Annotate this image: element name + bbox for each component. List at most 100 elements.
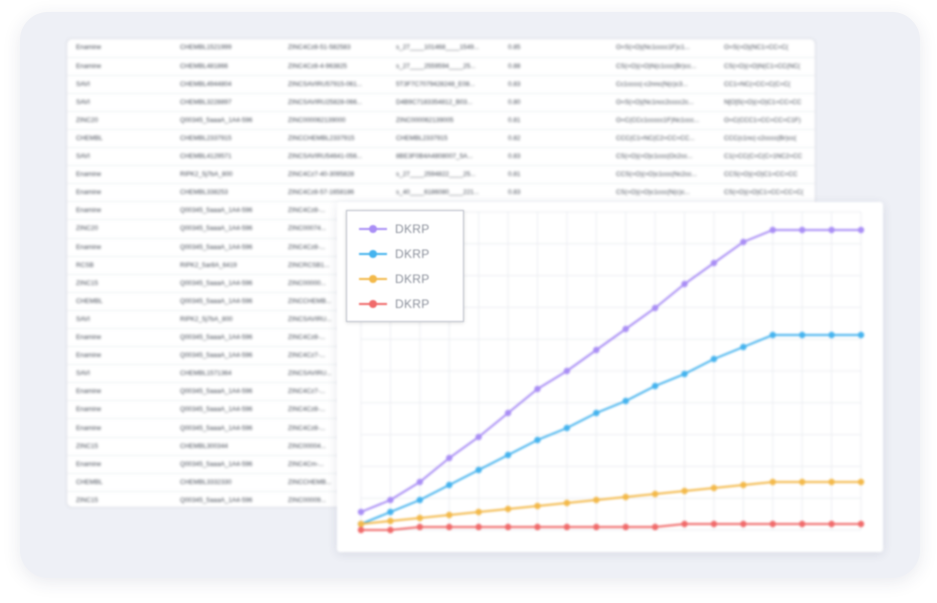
data-point	[828, 520, 835, 528]
data-point	[563, 424, 571, 432]
table-cell: s_27____2594822____25...	[391, 165, 503, 185]
table-cell: Enamine	[67, 328, 175, 348]
data-point	[798, 226, 806, 234]
data-point	[446, 511, 453, 519]
legend-swatch	[359, 300, 387, 308]
table-cell: 8BE3F0B4A4808007_5A...	[391, 147, 503, 167]
table-cell: ZINC15	[67, 491, 175, 507]
data-point	[475, 523, 482, 531]
data-point	[534, 436, 541, 444]
table-cell: CHEMBL3228897	[175, 93, 283, 112]
table-cell: ZINCSAVIRU54641-056...	[283, 147, 391, 167]
legend-swatch	[359, 275, 387, 283]
legend-item: DKRP	[359, 246, 430, 262]
table-row[interactable]: Enamine CHEMBL1521999 ZINC4Cz8-51-582583 s_…	[67, 39, 815, 58]
legend-item: DKRP	[359, 296, 430, 312]
data-point	[534, 385, 541, 393]
table-cell: Q00345_5aaaA_1A4-596	[175, 400, 283, 420]
table-cell: 0.88	[503, 57, 611, 76]
table-cell: 0.83	[503, 183, 611, 203]
data-point	[828, 226, 835, 234]
data-point	[769, 226, 776, 234]
legend-label: DKRP	[395, 247, 430, 261]
table-cell: CCC(c1nc(-c2cccc(Br)cc(	[719, 129, 815, 149]
series-line-2	[360, 334, 861, 525]
table-cell: s_40____6186080____221...	[391, 183, 503, 203]
data-point	[710, 259, 718, 267]
data-point	[357, 520, 365, 528]
data-point	[828, 331, 835, 339]
table-cell: N[O]S(=O)(=O)C1=CC=CC	[719, 93, 815, 112]
table-cell: ZINC4Cz7-40-3095828	[283, 165, 391, 185]
data-point	[534, 502, 541, 510]
table-cell: O=C(CCc1ccccc1F)Nc1ccc...	[611, 111, 719, 130]
data-point	[563, 523, 571, 531]
table-cell: CS(=O)(=O)C1=CC=CC=C(	[719, 183, 815, 203]
table-cell: SAVI	[67, 310, 175, 330]
data-point	[651, 304, 659, 312]
table-cell: ZINCSAVIRU57915-061...	[283, 75, 391, 94]
data-point	[857, 520, 865, 528]
table-cell: s_27____2559594____25...	[391, 57, 503, 76]
table-cell: CCC(C1=NC(C2=CC=CC...	[611, 129, 719, 149]
data-point	[593, 496, 600, 504]
table-row[interactable]: Enamine CHEMBL481866 ZINC4Cz8-4-963825 s_27…	[67, 57, 815, 76]
legend-item: DKRP	[359, 271, 430, 287]
table-cell: 0.81	[503, 111, 611, 130]
table-cell: ZINC15	[67, 437, 175, 456]
data-point	[563, 499, 571, 507]
table-cell: CCS(=O)(=O)C1=CC=CC	[719, 165, 815, 185]
table-cell: Q00345_5aaaA_1A4-596	[175, 292, 283, 311]
table-cell: CHEMBL4944804	[175, 75, 283, 94]
data-point	[681, 487, 688, 495]
table-cell: CS(=O)(=O)N(c1ccc(Br)cc...	[611, 57, 719, 76]
table-row[interactable]: ZINC20 Q00345_5aaaA_1A4-596 ZINC0000621390…	[67, 111, 815, 130]
data-point	[416, 496, 424, 504]
table-cell: Enamine	[67, 39, 175, 58]
data-point	[710, 484, 718, 492]
data-point	[857, 478, 865, 486]
table-cell: Q00345_5aaaA_1A4-596	[175, 455, 283, 474]
table-cell: SAVI	[67, 93, 175, 112]
data-point	[416, 523, 424, 531]
table-cell: ZINC20	[67, 111, 175, 130]
data-point	[622, 397, 629, 405]
table-cell: ZINCSAVIRU25828-066...	[283, 93, 391, 112]
data-point	[593, 346, 600, 354]
table-cell: C1(=CC(C=C(C=1NC2=CC	[719, 147, 815, 167]
table-cell: 0.82	[503, 129, 611, 149]
table-row[interactable]: SAVI CHEMBL4944804 ZINCSAVIRU57915-061... 5…	[67, 75, 815, 94]
table-cell: Q00345_5aaaA_1A4-596	[175, 346, 283, 366]
table-cell: s_27____101468____1549...	[391, 39, 503, 58]
data-point	[475, 433, 482, 441]
table-cell: O=S(=O)(Nc1ncc2cccc2c...	[611, 93, 719, 112]
chart-legend: DKRP DKRP DKRP DKRP	[346, 210, 464, 322]
table-cell: CHEMBL481866	[175, 57, 283, 76]
table-cell: Enamine	[67, 165, 175, 185]
series-line-4	[361, 523, 861, 531]
table-cell: Q00345_5aaaA_1A4-596	[175, 238, 283, 257]
table-row[interactable]: CHEMBL CHEMBL2337915 ZINCCHEMBL2337915 CHEM…	[67, 129, 815, 149]
data-point	[710, 520, 718, 528]
table-row[interactable]: SAVI CHEMBL4129571 ZINCSAVIRU54641-056... 8…	[67, 147, 815, 167]
legend-swatch	[359, 250, 387, 258]
table-cell: CHEMBL	[67, 129, 175, 149]
table-row[interactable]: SAVI CHEMBL3228897 ZINCSAVIRU25828-066... D…	[67, 93, 815, 112]
table-row[interactable]: Enamine RIPK2_5j7bA_800 ZINC4Cz7-40-309582…	[67, 165, 815, 185]
table-cell: ZINC4Cz8-57-1658186	[283, 183, 391, 203]
data-point	[798, 331, 806, 339]
data-point	[769, 520, 776, 528]
table-cell: CS(=O)(=O)c1ccc(Oc2cc...	[611, 147, 719, 167]
legend-marker	[369, 250, 377, 258]
data-point	[504, 523, 512, 531]
table-cell: Q00345_5aaaA_1A4-596	[175, 382, 283, 402]
data-point	[534, 523, 541, 531]
table-cell: Q00345_5aaaA_1A4-596	[175, 201, 283, 221]
data-point	[681, 280, 688, 288]
table-row[interactable]: Enamine CHEMBL338253 ZINC4Cz8-57-1658186 s_…	[67, 183, 815, 203]
table-cell: 0.83	[503, 75, 611, 94]
data-point	[740, 343, 747, 351]
table-cell: SAVI	[67, 147, 175, 167]
data-point	[357, 526, 365, 534]
table-cell: CS(=O)(=O)c1ccc(N(c)c...	[611, 183, 719, 203]
